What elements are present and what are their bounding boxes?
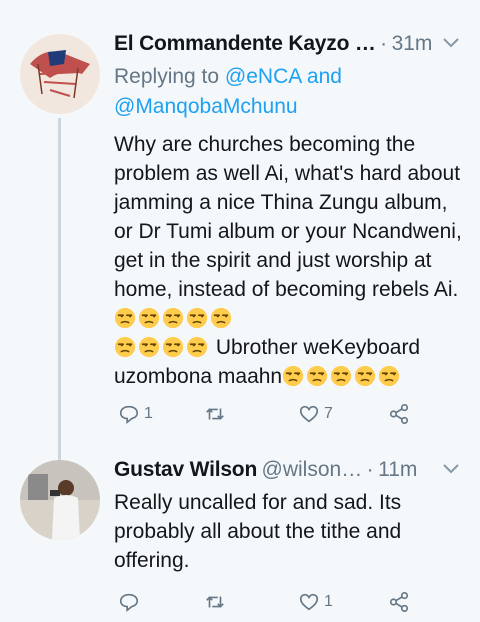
like-icon [299,593,319,611]
unamused-face-emoji [379,365,400,387]
author-name[interactable]: El Commandente Kayzo … [114,32,376,55]
timestamp[interactable]: 11m [378,458,417,481]
unamused-face-emoji [186,307,208,329]
author-handle[interactable]: @wilson… [262,458,363,481]
reply-count: 1 [144,405,153,422]
share-icon [389,404,409,424]
emoji-group-3 [282,365,402,388]
tweet-text-part-1: Why are churches becoming the problem as… [114,133,462,301]
unamused-face-emoji [162,336,184,358]
reply-icon [119,593,139,612]
avatar-image [20,34,100,114]
unamused-face-emoji [355,365,376,387]
reply-icon [119,405,139,424]
like-count: 7 [324,405,333,422]
retweet-icon [206,408,224,420]
thread-line [58,118,61,460]
share-button[interactable] [388,588,410,616]
replying-prefix: Replying to [114,65,225,88]
retweet-button[interactable] [204,400,226,428]
reply-button[interactable] [118,588,140,616]
avatar-image [20,460,100,540]
emoji-group-2 [114,336,210,359]
unamused-face-emoji [114,336,136,358]
separator: · [380,32,388,55]
reply-and: and [301,65,342,88]
retweet-icon [206,596,224,608]
tweet-actions: 1 [114,588,414,616]
caret-down-icon[interactable] [442,462,460,476]
tweet-2[interactable]: Gustav Wilson @wilson… · 11m Really unca… [0,458,480,622]
caret-down-icon[interactable] [442,36,460,50]
unamused-face-emoji [138,307,160,329]
tweet-header: Gustav Wilson @wilson… · 11m [114,458,464,488]
avatar[interactable] [20,460,100,540]
emoji-group-1 [114,307,234,330]
unamused-face-emoji [162,307,184,329]
like-button[interactable]: 7 [298,400,333,428]
unamused-face-emoji [283,365,304,387]
reply-button[interactable]: 1 [118,400,153,428]
tweet-1[interactable]: El Commandente Kayzo … · 31m Replying to… [0,0,480,460]
like-icon [299,405,319,423]
retweet-button[interactable] [204,588,226,616]
tweet-text: Really uncalled for and sad. Its probabl… [114,491,402,572]
author-name[interactable]: Gustav Wilson [114,458,257,481]
like-button[interactable]: 1 [298,588,333,616]
tweet-header: El Commandente Kayzo … · 31m [114,32,464,62]
unamused-face-emoji [114,307,136,329]
unamused-face-emoji [186,336,208,358]
tweet-text: Why are churches becoming the problem as… [114,130,464,391]
like-count: 1 [324,593,333,610]
reply-handle-enca[interactable]: @eNCA [225,65,301,88]
unamused-face-emoji [307,365,328,387]
reply-handle-manqoba[interactable]: @ManqobaMchunu [114,95,298,118]
separator: · [366,458,374,481]
unamused-face-emoji [210,307,232,329]
avatar[interactable] [20,34,100,114]
timestamp[interactable]: 31m [392,32,433,55]
replying-to: Replying to @eNCA and @ManqobaMchunu [114,62,464,122]
share-button[interactable] [388,400,410,428]
unamused-face-emoji [138,336,160,358]
share-icon [389,592,409,612]
tweet-actions: 1 7 [114,400,414,428]
unamused-face-emoji [331,365,352,387]
